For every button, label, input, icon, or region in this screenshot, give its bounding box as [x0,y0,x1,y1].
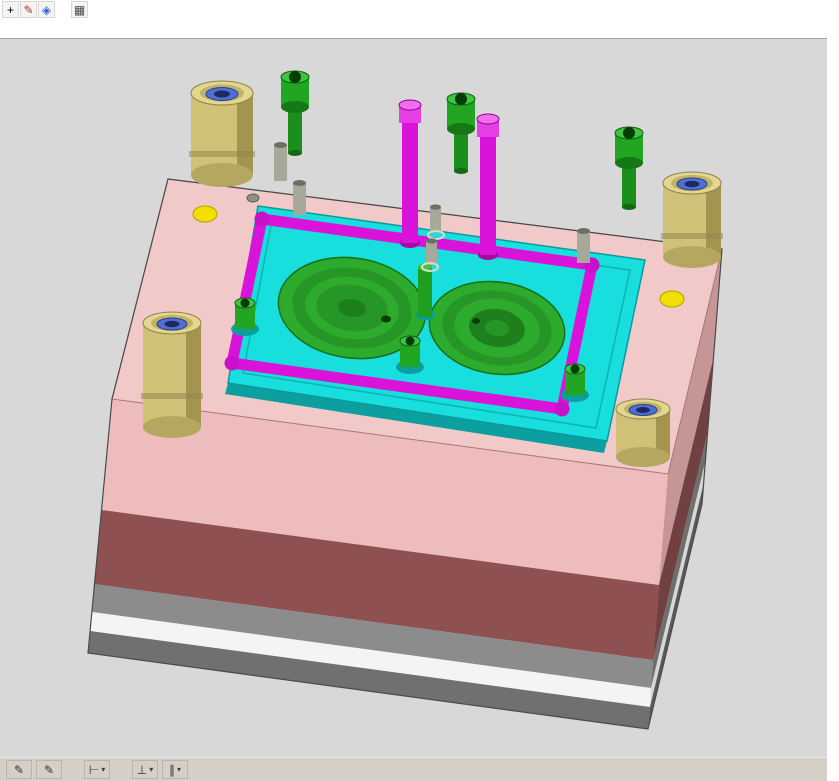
screw-shaft-end [622,204,636,210]
runner-riser-left [399,100,421,248]
bushing-bore-center [685,181,700,187]
right-margin [827,0,839,781]
screw-shaft [622,163,636,207]
hex-socket-icon [289,71,301,83]
guide-bushing-bottom-right [616,399,670,467]
bushing-collar [661,233,723,239]
runner-joint [225,356,240,371]
bushing-bore-center [214,91,230,98]
bushing-shade [706,183,721,257]
bushing-collar [141,393,203,399]
datum-plus-icon[interactable]: + [2,1,19,18]
guide-bushing-top-right [661,172,723,268]
bushing-bore-center [165,321,180,327]
pin-top [274,142,287,148]
pin-body [274,145,287,181]
hex-socket-icon [241,299,250,308]
bushing-bottom [663,246,721,268]
bushing-bottom [191,163,253,187]
center-return-pin [415,264,435,321]
pin-top [577,228,590,234]
bushing-collar [189,151,255,157]
hex-socket-icon [623,127,635,139]
dimension-icon: ⊢ [89,763,99,777]
top-toolbar: + ✎ ◈ ▦ [0,0,839,38]
model-viewport[interactable] [0,38,827,758]
sketch-curve-icon: ✎ [44,763,54,777]
riser-cap-top [477,114,499,124]
screw-head-bottom [447,123,475,135]
sketch-line-tool[interactable]: ✎ [6,760,32,779]
bushing-bore-center [636,407,650,413]
dynamic-view-icon[interactable]: ◈ [38,1,55,18]
cap-screw-tall-right [615,127,643,210]
cap-screw-short-center [396,336,424,374]
hex-socket-icon [455,93,467,105]
cap-screw-short-left [231,298,259,336]
runner-joint [255,212,270,227]
pin-top [430,204,441,209]
pin-top [293,180,306,186]
parallel-icon: ∥ [169,763,175,777]
mold-assembly-3d-view [0,39,827,758]
runner-riser-right [477,114,499,260]
riser-tube [402,119,418,243]
guide-bushing-top-left [189,81,255,187]
chevron-down-icon[interactable]: ▾ [101,765,105,774]
sketch-pencil-icon[interactable]: ✎ [20,1,37,18]
small-screw-head [247,194,259,202]
cap-screw-short-right [561,364,589,402]
pin-body [426,241,437,265]
guide-bushing-bottom-left [141,312,203,438]
screw-shaft-end [454,168,468,174]
chevron-down-icon[interactable]: ▾ [149,765,153,774]
hex-socket-icon [571,365,580,374]
screw-head-bottom [281,101,309,113]
screw-head-bottom [615,157,643,169]
chevron-down-icon[interactable]: ▾ [177,765,181,774]
pin-body [418,267,432,317]
bottom-toolbar: ✎ ✎ ⊢ ▾ ⊥ ▾ ∥ ▾ [0,757,827,781]
bushing-shade [237,93,253,175]
cavity-right-hole [472,318,480,324]
hex-socket-icon [406,337,415,346]
sketch-line-icon: ✎ [14,763,24,777]
pin-top [426,238,437,243]
perpendicular-constraint-tool[interactable]: ⊥ ▾ [132,760,158,779]
sketch-curve-tool[interactable]: ✎ [36,760,62,779]
locating-hole-right [660,291,684,307]
pin-body [430,207,441,233]
cap-screw-tall-center [447,93,475,174]
bushing-bottom [143,416,201,438]
locating-hole-left [193,206,217,222]
riser-cap-top [399,100,421,110]
riser-tube [480,133,496,255]
runner-joint [555,402,570,417]
dimension-tool[interactable]: ⊢ ▾ [84,760,110,779]
parallel-constraint-tool[interactable]: ∥ ▾ [162,760,188,779]
bushing-bottom [616,447,670,467]
grid-pattern-icon[interactable]: ▦ [71,1,88,18]
pin-body [577,231,590,263]
cad-application-window: + ✎ ◈ ▦ [0,0,839,781]
perpendicular-icon: ⊥ [137,763,147,777]
bushing-shade [186,323,201,427]
pin-body [293,183,306,215]
cavity-left-hole [381,316,391,323]
screw-shaft-end [288,150,302,156]
